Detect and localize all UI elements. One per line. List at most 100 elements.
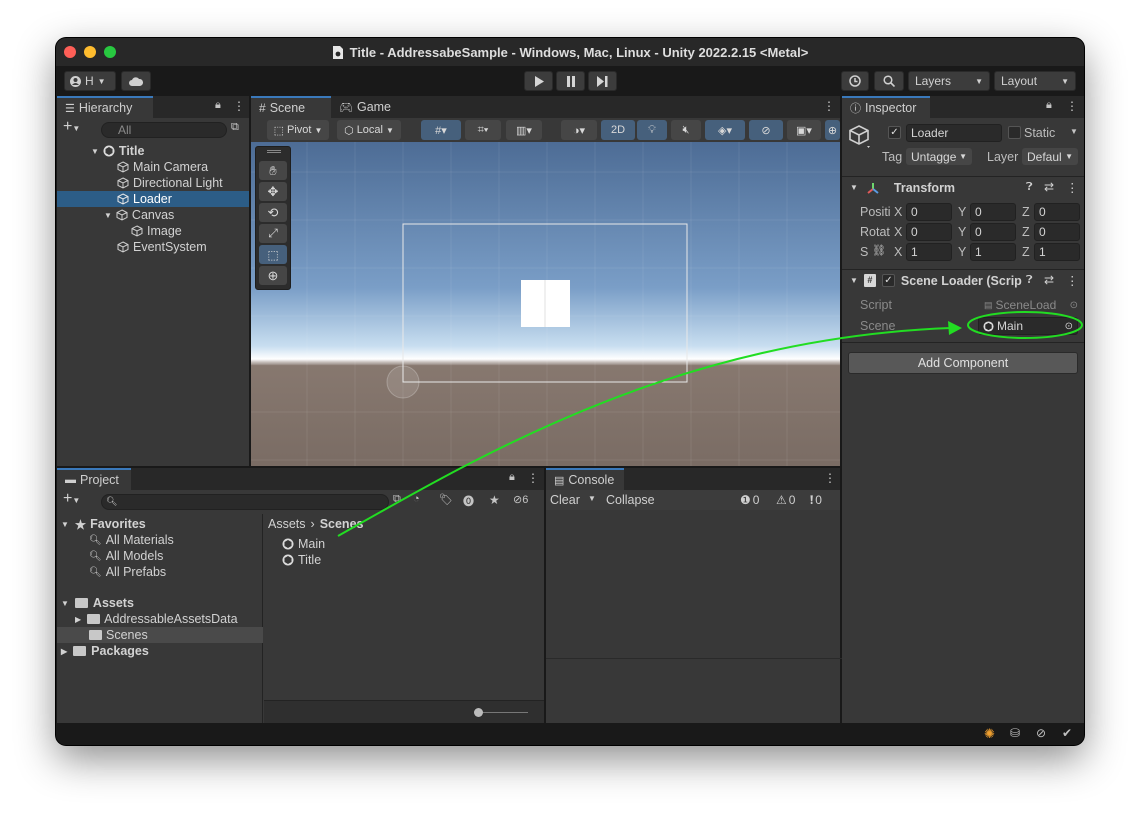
increment-snap-dropdown[interactable]: ⌗▾ (465, 120, 501, 140)
search-button[interactable] (874, 71, 904, 91)
step-button[interactable] (588, 71, 617, 91)
rotation-y-field[interactable]: 0 (970, 223, 1016, 241)
expand-arrow-icon[interactable]: ▼ (850, 183, 858, 192)
lock-icon[interactable]: 🔒︎ (215, 99, 221, 112)
drag-handle-icon[interactable] (267, 150, 281, 153)
clear-button[interactable]: Clear (550, 493, 580, 507)
scene-file-main[interactable]: Main (282, 536, 325, 552)
favorite-item-all-prefabs[interactable]: 🔍︎ All Prefabs (89, 564, 166, 580)
auto-generate-lighting-icon[interactable]: ⊘ (1036, 726, 1046, 740)
static-dropdown-arrow[interactable]: ▼ (1070, 127, 1078, 136)
folder-scenes[interactable]: Scenes (57, 627, 263, 643)
create-asset-button[interactable]: +▼ (63, 490, 80, 508)
hand-tool-button[interactable]: ✋︎ (259, 161, 287, 180)
hierarchy-item-main-camera[interactable]: Main Camera (57, 159, 249, 175)
more-options-icon[interactable]: ⋮ (1066, 99, 1078, 113)
breadcrumb-assets[interactable]: Assets (268, 517, 306, 531)
transform-tool-button[interactable]: ⊕ (259, 266, 287, 285)
local-dropdown[interactable]: ⬡ Local ▼ (337, 120, 401, 140)
gizmos-dropdown[interactable]: ⊕ (825, 120, 840, 140)
folder-addressable-assets-data[interactable]: ▶ AddressableAssetsData (75, 611, 238, 627)
add-component-button[interactable]: Add Component (848, 352, 1078, 374)
play-button[interactable] (524, 71, 553, 91)
expand-arrow-icon[interactable]: ▼ (61, 599, 69, 608)
rotation-z-field[interactable]: 0 (1034, 223, 1080, 241)
more-options-icon[interactable]: ⋮ (824, 471, 836, 485)
position-x-field[interactable]: 0 (906, 203, 952, 221)
rotate-tool-button[interactable]: ⟲ (259, 203, 287, 222)
help-icon[interactable]: ❓︎ (1026, 181, 1033, 194)
icon-size-slider-track[interactable] (478, 712, 528, 713)
tab-game[interactable]: 🎮︎ Game (331, 96, 401, 118)
collapse-arrow-icon[interactable]: ▶ (75, 615, 81, 624)
minimize-window-button[interactable] (84, 46, 96, 58)
scale-tool-button[interactable]: ⤢ (259, 224, 287, 243)
tab-console[interactable]: ▤ Console (546, 468, 624, 490)
expand-arrow-icon[interactable]: ▼ (61, 520, 69, 529)
layout-dropdown[interactable]: Layout ▼ (994, 71, 1076, 91)
help-icon[interactable]: ❓︎ (1026, 274, 1033, 287)
rotation-x-field[interactable]: 0 (906, 223, 952, 241)
lighting-toggle[interactable]: 💡︎ (637, 120, 667, 140)
hidden-objects-toggle[interactable]: ⊘ (749, 120, 783, 140)
hierarchy-item-directional-light[interactable]: Directional Light (57, 175, 249, 191)
lock-icon[interactable]: 🔒︎ (509, 471, 515, 484)
assets-folder-row[interactable]: ▼ Assets (61, 595, 134, 611)
hidden-packages-icon[interactable]: ⊘6 (513, 493, 528, 506)
position-y-field[interactable]: 0 (970, 203, 1016, 221)
hierarchy-item-image[interactable]: Image (57, 223, 249, 239)
filter-by-warning-icon[interactable]: ⓿ (463, 493, 474, 509)
search-filter-icon[interactable]: ⧉ (393, 493, 401, 506)
add-object-button[interactable]: +▼ (63, 118, 80, 136)
tab-project[interactable]: ▬ Project (57, 468, 131, 490)
hierarchy-item-eventsystem[interactable]: EventSystem (57, 239, 249, 255)
favorites-row[interactable]: ▼ ★ Favorites (61, 516, 146, 532)
more-options-icon[interactable]: ⋮ (527, 471, 539, 485)
more-options-icon[interactable]: ⋮ (823, 99, 835, 113)
collapse-toggle[interactable]: Collapse (606, 493, 655, 507)
position-z-field[interactable]: 0 (1034, 203, 1080, 221)
log-count-toggle[interactable]: ❶0 (740, 492, 759, 508)
favorite-star-icon[interactable]: ★ (489, 493, 500, 507)
expand-arrow-icon[interactable]: ▼ (91, 147, 99, 156)
tab-hierarchy[interactable]: ☰ Hierarchy (57, 96, 153, 118)
scene-root-row[interactable]: ▼ Title (57, 143, 249, 159)
shading-mode-dropdown[interactable]: ◑▾ (561, 120, 597, 140)
layers-dropdown[interactable]: Layers ▼ (908, 71, 990, 91)
move-tool-button[interactable]: ✥ (259, 182, 287, 201)
tab-scene[interactable]: # Scene (251, 96, 331, 118)
error-count-toggle[interactable]: ❗︎ 0 (810, 492, 822, 508)
hierarchy-item-canvas[interactable]: ▼ Canvas (57, 207, 249, 223)
pivot-dropdown[interactable]: ⬚ Pivot ▼ (267, 120, 329, 140)
cache-server-icon[interactable]: ⛁ (1010, 726, 1020, 740)
pause-button[interactable] (556, 71, 585, 91)
favorite-item-all-models[interactable]: 🔍︎ All Models (89, 548, 163, 564)
expand-arrow-icon[interactable]: ▼ (850, 276, 858, 285)
icon-size-slider-thumb[interactable] (474, 708, 483, 717)
project-search-input[interactable]: 🔍︎ (101, 494, 389, 510)
snap-settings-dropdown[interactable]: ▥▾ (506, 120, 542, 140)
favorite-item-all-materials[interactable]: 🔍︎ All Materials (89, 532, 174, 548)
expand-arrow-icon[interactable]: ▼ (104, 211, 112, 220)
breadcrumb-scenes[interactable]: Scenes (320, 517, 364, 531)
scene-loader-header[interactable]: ▼ # ✓ Scene Loader (Scrip ❓︎ ⇄ ⋮ (842, 269, 1084, 291)
lock-icon[interactable]: 🔒︎ (1046, 99, 1052, 112)
active-checkbox[interactable]: ✓ (888, 126, 901, 139)
cloud-button[interactable] (121, 71, 151, 91)
scene-object-field[interactable]: Main ⊙ (978, 317, 1078, 335)
collapse-arrow-icon[interactable]: ▶ (61, 647, 67, 656)
undo-history-button[interactable] (841, 71, 869, 91)
status-check-icon[interactable]: ✔ (1062, 726, 1072, 740)
static-checkbox[interactable] (1008, 126, 1021, 139)
more-options-icon[interactable]: ⋮ (1066, 273, 1079, 288)
constrain-proportions-icon[interactable]: ⛓︎ (872, 244, 886, 257)
effects-dropdown[interactable]: ◈▾ (705, 120, 745, 140)
filter-by-type-icon[interactable]: ◔ (413, 493, 420, 505)
tab-inspector[interactable]: ⓘ Inspector (842, 96, 930, 118)
hierarchy-search-input[interactable]: All (101, 122, 227, 138)
rect-tool-button[interactable]: ⬚ (259, 245, 287, 264)
close-window-button[interactable] (64, 46, 76, 58)
audio-toggle[interactable]: 🔇︎ (671, 120, 701, 140)
object-picker-icon[interactable]: ⊙ (1065, 321, 1073, 332)
bug-reporter-icon[interactable]: ✺ (984, 726, 995, 742)
